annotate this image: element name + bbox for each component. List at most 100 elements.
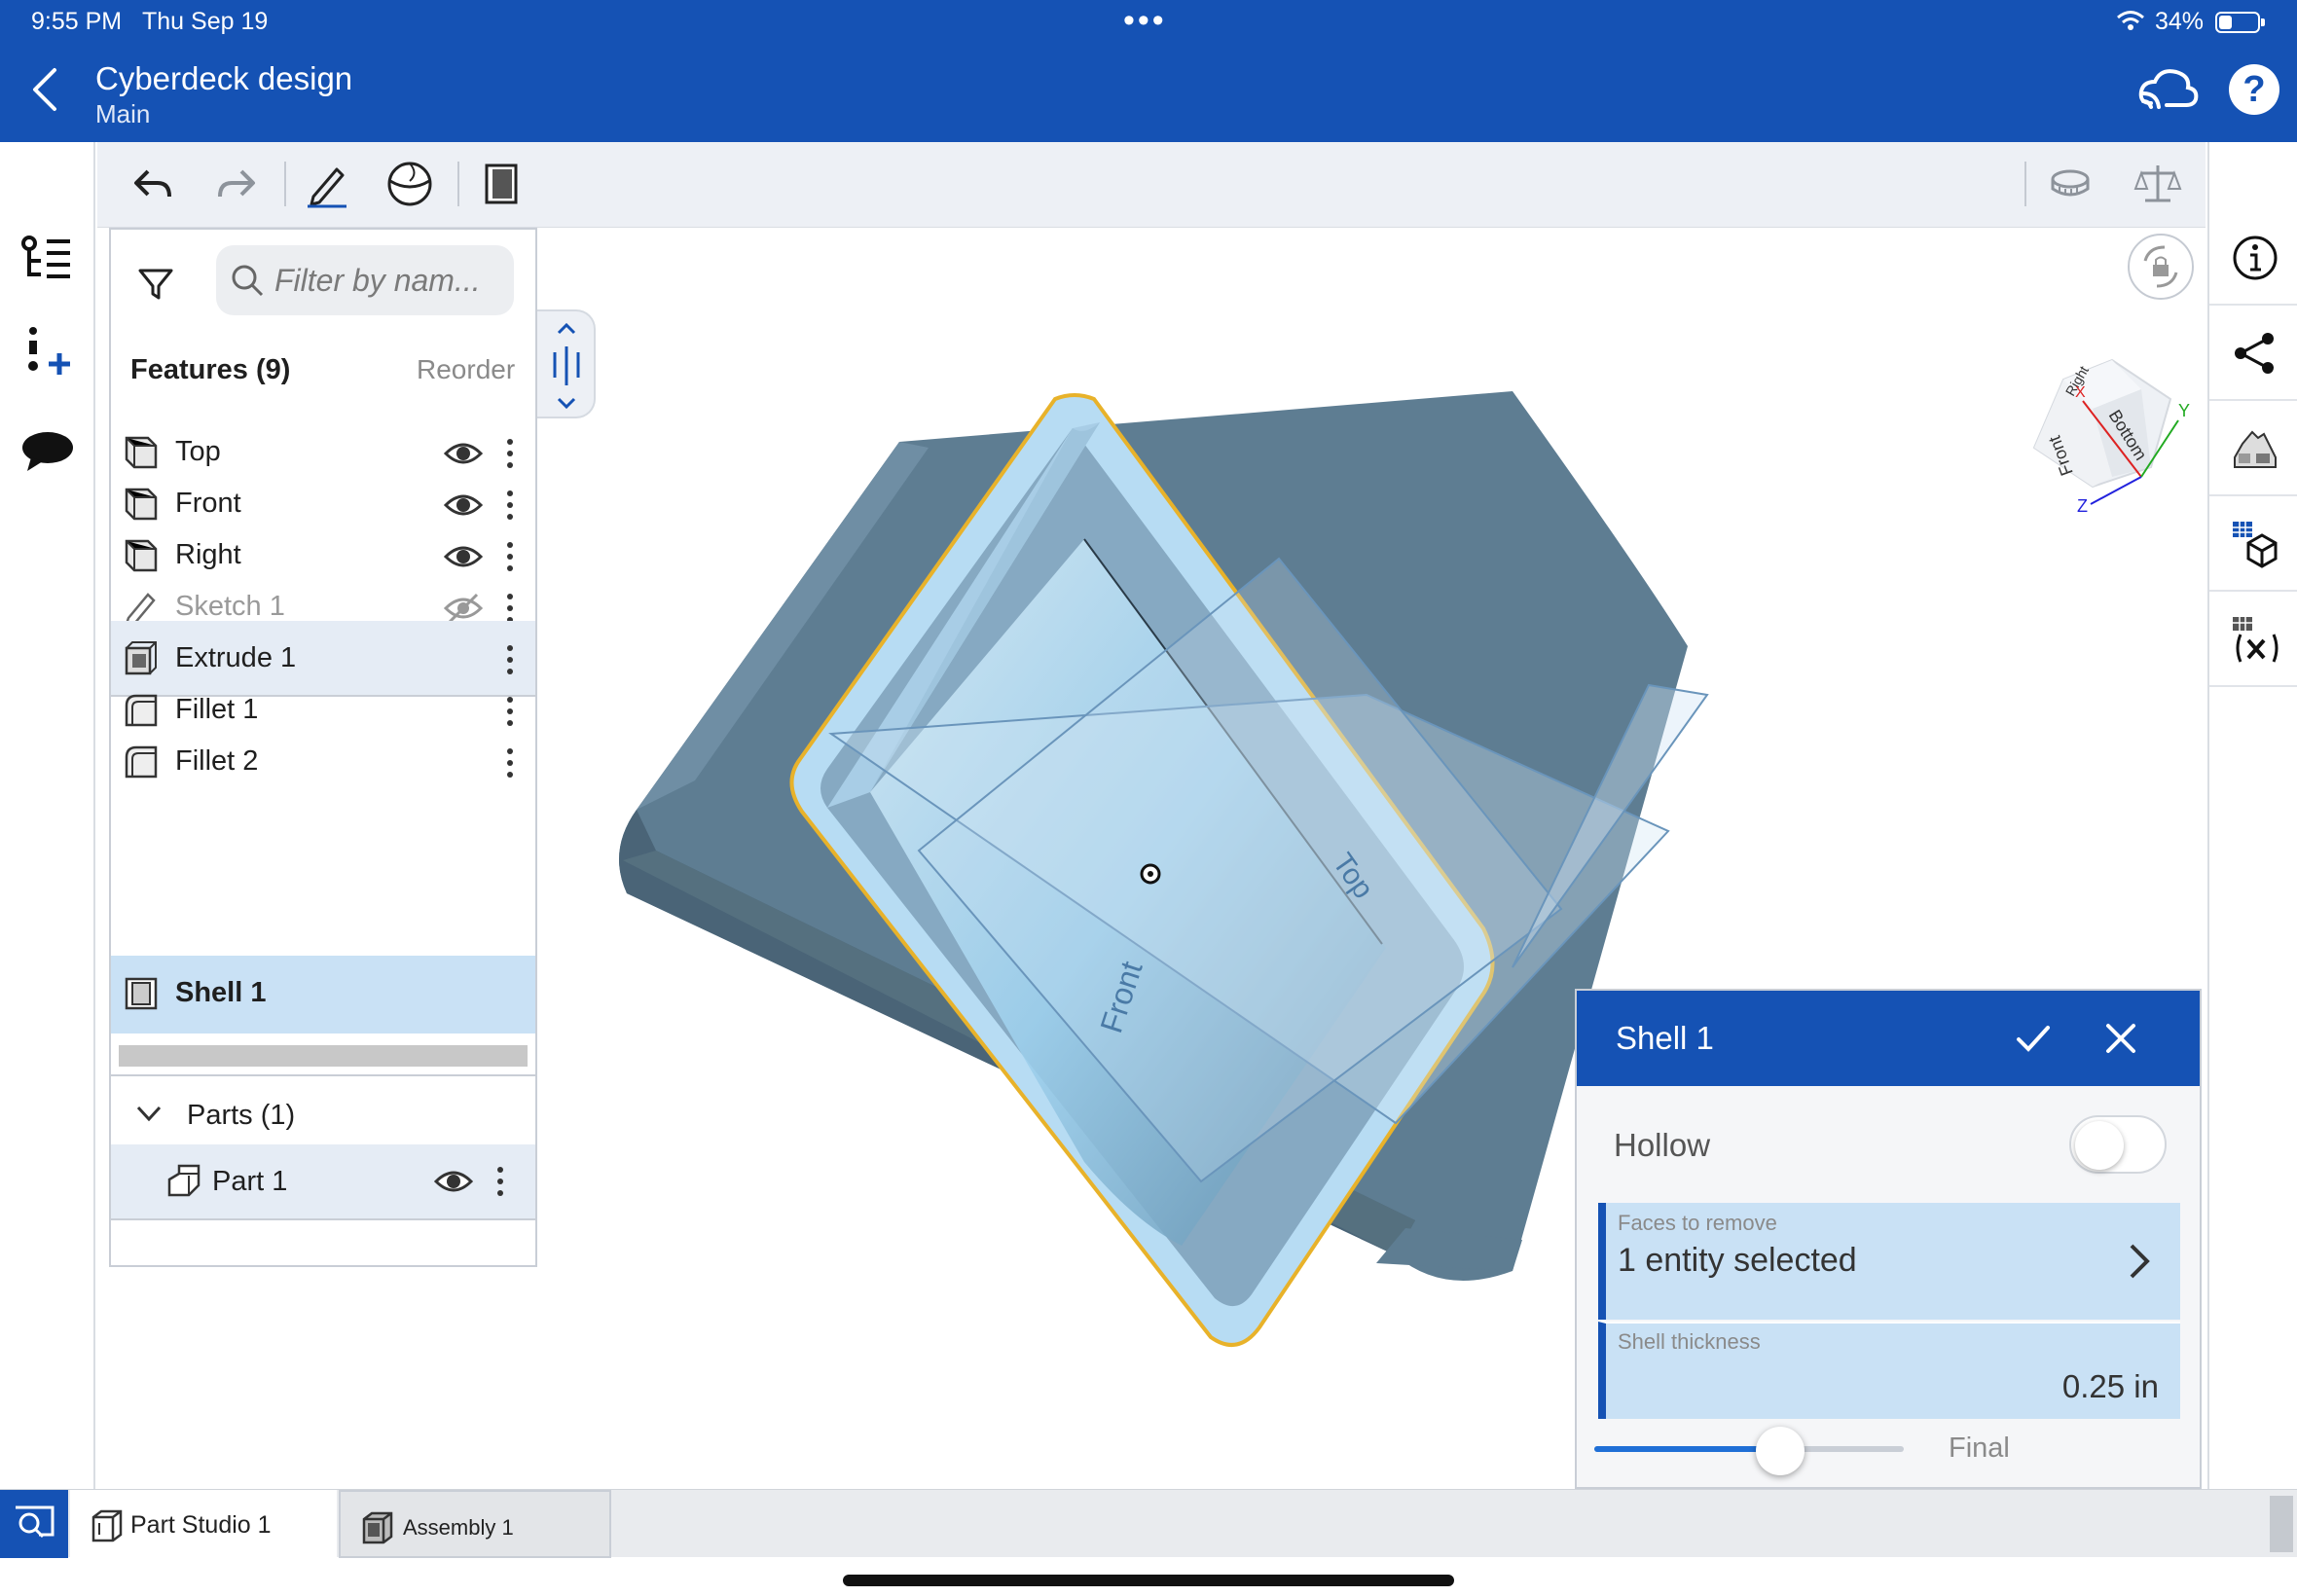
divider (111, 1218, 535, 1220)
share-button[interactable] (2209, 306, 2297, 401)
view-icon[interactable] (385, 160, 434, 208)
info-icon (2233, 236, 2278, 280)
assembly-icon (362, 1511, 393, 1544)
eye-hidden-icon[interactable] (444, 593, 483, 624)
feature-label: Front (175, 488, 241, 519)
measure-icon[interactable] (2046, 160, 2095, 208)
mass-properties-icon[interactable] (2133, 160, 2182, 208)
feature-search (216, 245, 514, 315)
tab-label: Part Studio 1 (130, 1511, 272, 1539)
variables-button[interactable] (2209, 592, 2297, 687)
divider (111, 1074, 535, 1076)
eye-icon[interactable] (434, 1166, 473, 1197)
axis-label-y: Y (2178, 401, 2190, 420)
faces-to-remove-field[interactable]: Faces to remove 1 entity selected (1598, 1203, 2180, 1320)
feature-label: Fillet 2 (175, 745, 259, 777)
status-time: 9:55 PM (31, 8, 123, 35)
feature-tree-icon[interactable] (19, 232, 76, 288)
tab-bar: Part Studio 1 Assembly 1 (0, 1489, 2297, 1596)
help-icon[interactable]: ? (2229, 64, 2279, 115)
view-cube[interactable]: Right Bottom Front X Y Z (2005, 350, 2200, 526)
battery-icon (2215, 12, 2265, 33)
feature-label: Right (175, 539, 241, 570)
chevron-right-icon[interactable] (2126, 1240, 2155, 1283)
tab-strip: Part Studio 1 Assembly 1 (0, 1489, 2297, 1558)
axis-label-z: Z (2077, 496, 2088, 516)
document-icon[interactable] (477, 160, 526, 208)
configurations-button[interactable] (2209, 496, 2297, 592)
chevron-down-icon (136, 1106, 162, 1122)
feature-label: Top (175, 436, 221, 467)
fillet-icon (125, 745, 158, 779)
appearance-button[interactable] (2209, 401, 2297, 496)
appearance-icon (2234, 430, 2277, 468)
toolbar-divider (457, 162, 459, 206)
filter-input[interactable] (274, 259, 504, 302)
shell-icon (125, 977, 158, 1010)
hollow-toggle[interactable] (2069, 1115, 2167, 1174)
document-title[interactable]: Cyberdeck design (95, 60, 352, 97)
eye-icon[interactable] (444, 541, 483, 572)
slider-knob[interactable] (1756, 1427, 1805, 1475)
eye-icon[interactable] (444, 490, 483, 521)
tab-label: Assembly 1 (403, 1515, 514, 1540)
feature-label: Fillet 1 (175, 694, 259, 725)
features-header: Features (9) (130, 354, 291, 385)
cloud-connect-icon[interactable] (2137, 64, 2200, 113)
eye-icon[interactable] (444, 438, 483, 469)
comments-icon[interactable] (19, 424, 76, 481)
part-row-part-1[interactable]: Part 1 (111, 1144, 535, 1218)
final-label: Final (1949, 1433, 2010, 1464)
thickness-value[interactable]: 0.25 in (2062, 1368, 2159, 1405)
feature-label: Sketch 1 (175, 591, 285, 622)
branch-name[interactable]: Main (95, 99, 150, 129)
left-rail (0, 142, 95, 1489)
feature-row-fillet-2[interactable]: Fillet 2 (111, 724, 535, 802)
reorder-button[interactable]: Reorder (417, 354, 515, 385)
share-icon (2235, 333, 2274, 374)
parts-header[interactable]: Parts (1) (111, 1084, 535, 1143)
part-label: Part 1 (212, 1166, 288, 1197)
feature-list-scrollbar[interactable] (119, 1045, 528, 1067)
close-icon[interactable] (2102, 1020, 2139, 1057)
search-icon (232, 265, 264, 297)
toolbar-divider (284, 162, 286, 206)
tab-part-studio-1[interactable]: Part Studio 1 (70, 1490, 337, 1558)
shell-feature-dialog: Shell 1 Hollow Faces to remove 1 entity … (1575, 989, 2202, 1489)
axis-label-x: X (2075, 384, 2086, 401)
feature-row-shell-1[interactable]: Shell 1 (111, 956, 535, 1034)
toolbar-divider (2024, 162, 2026, 206)
tab-search-icon (16, 1505, 55, 1539)
rotate-lock-icon[interactable] (2126, 232, 2196, 302)
variables-icon (2233, 617, 2279, 663)
add-feature-icon[interactable] (19, 323, 76, 380)
redo-icon[interactable] (212, 160, 261, 208)
parts-label: Parts (1) (187, 1100, 296, 1131)
info-button[interactable] (2209, 210, 2297, 306)
rollback-slider[interactable] (1594, 1446, 1904, 1452)
feature-label: Extrude 1 (175, 642, 297, 673)
app-header: 9:55 PM Thu Sep 19 ••• 34% Cyberdeck des… (0, 0, 2297, 142)
tab-scrollbar[interactable] (2270, 1496, 2293, 1552)
status-date: Thu Sep 19 (142, 8, 269, 35)
faces-caption: Faces to remove (1618, 1211, 1777, 1235)
toolbar (97, 142, 2206, 228)
tab-assembly-1[interactable]: Assembly 1 (339, 1490, 611, 1558)
dialog-title: Shell 1 (1616, 1020, 1714, 1056)
dialog-header: Shell 1 (1577, 991, 2200, 1086)
shell-thickness-field[interactable]: Shell thickness 0.25 in (1598, 1322, 2180, 1419)
undo-icon[interactable] (128, 160, 177, 208)
battery-percent: 34% (2155, 8, 2205, 35)
chevron-left-icon[interactable] (25, 64, 64, 115)
more-icon[interactable] (491, 1162, 510, 1201)
filter-icon[interactable] (136, 265, 175, 304)
more-icon[interactable] (500, 744, 520, 782)
configurations-icon (2233, 522, 2278, 568)
home-indicator[interactable] (843, 1575, 1454, 1586)
multitask-dots[interactable]: ••• (1123, 2, 1167, 40)
hollow-label: Hollow (1614, 1127, 1711, 1163)
tab-search-button[interactable] (0, 1490, 68, 1558)
sketch-icon[interactable] (304, 160, 352, 208)
checkmark-icon[interactable] (2013, 1018, 2054, 1059)
wifi-icon (2117, 11, 2144, 30)
